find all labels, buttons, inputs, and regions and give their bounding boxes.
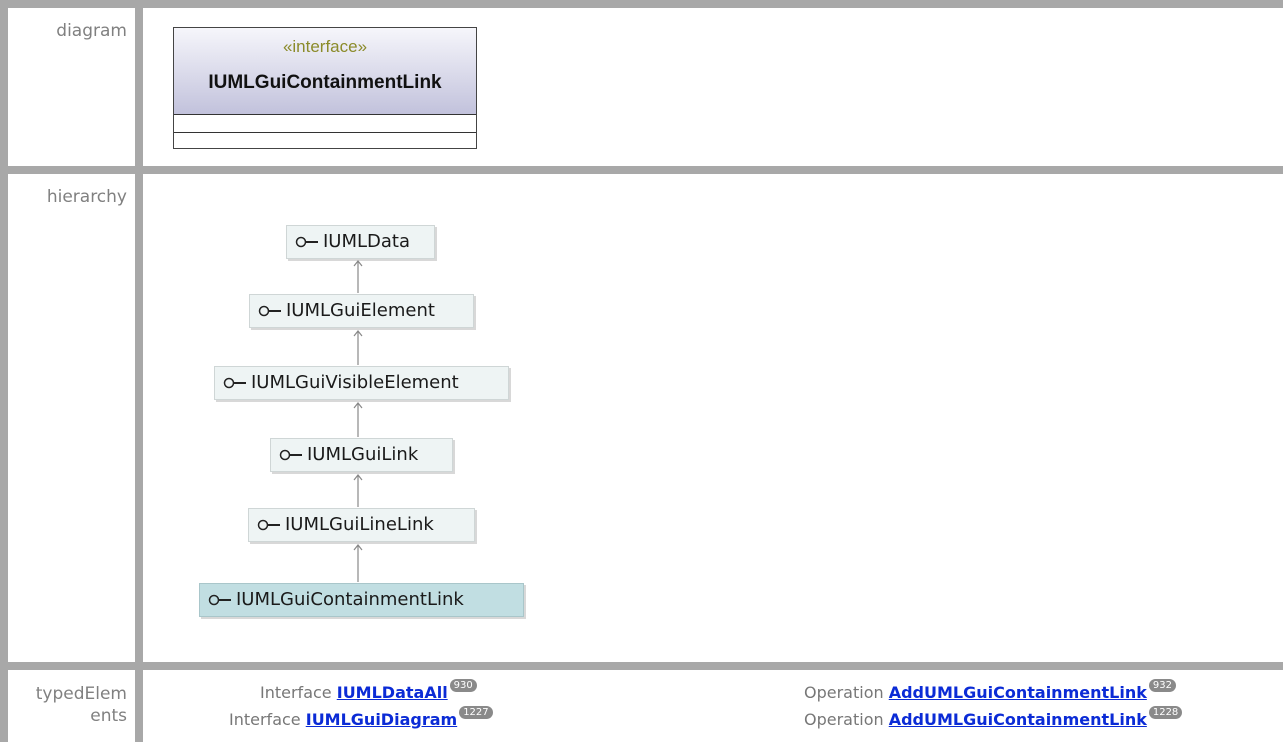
- diagram-label-cell: diagram: [8, 8, 135, 166]
- interface-lollipop-icon: [208, 594, 231, 606]
- generalization-arrow: [353, 330, 363, 365]
- typed-element-link[interactable]: AddUMLGuiContainmentLink: [889, 683, 1147, 702]
- row-label-hierarchy: hierarchy: [46, 187, 127, 207]
- typed-element-link[interactable]: IUMLGuiDiagram: [306, 710, 457, 729]
- hierarchy-node-label: IUMLGuiLineLink: [285, 514, 434, 535]
- typed-element-item: Interface IUMLDataAll 930: [260, 679, 477, 702]
- row-label-typed-line2: ents: [90, 706, 127, 726]
- generalization-arrow: [353, 544, 363, 582]
- generalization-arrow: [353, 402, 363, 437]
- interface-lollipop-icon: [223, 377, 246, 389]
- interface-lollipop-icon: [295, 236, 318, 248]
- hierarchy-node-iumlguicontainmentlink[interactable]: IUMLGuiContainmentLink: [199, 583, 524, 617]
- hierarchy-node-iumlguielement[interactable]: IUMLGuiElement: [249, 294, 474, 328]
- hierarchy-node-label: IUMLGuiVisibleElement: [251, 372, 459, 393]
- row-label-typed-elements: typedElem ents: [36, 683, 127, 727]
- typed-element-item: Operation AddUMLGuiContainmentLink 1228: [804, 706, 1183, 729]
- uml-interface-box[interactable]: «interface» IUMLGuiContainmentLink: [173, 27, 477, 149]
- hierarchy-node-label: IUMLGuiElement: [286, 300, 435, 321]
- interface-lollipop-icon: [257, 519, 280, 531]
- hierarchy-node-label: IUMLGuiLink: [307, 444, 419, 465]
- interface-lollipop-icon: [279, 449, 302, 461]
- page-number-badge: 932: [1148, 679, 1176, 692]
- uml-stereotype: «interface»: [282, 37, 368, 56]
- page-number-badge: 930: [449, 679, 477, 692]
- hierarchy-label-cell: hierarchy: [8, 174, 135, 662]
- typed-element-item: Interface IUMLGuiDiagram 1227: [229, 706, 493, 729]
- uml-compartment-divider: [174, 132, 476, 133]
- hierarchy-node-iumlguilinelink[interactable]: IUMLGuiLineLink: [248, 508, 475, 542]
- hierarchy-node-label: IUMLGuiContainmentLink: [236, 589, 464, 610]
- typed-element-link[interactable]: AddUMLGuiContainmentLink: [889, 710, 1147, 729]
- page-number-badge: 1228: [1148, 706, 1183, 719]
- typed-element-item: Operation AddUMLGuiContainmentLink 932: [804, 679, 1176, 702]
- generalization-arrow: [353, 260, 363, 293]
- typed-element-kind: Operation: [804, 710, 884, 729]
- page-number-badge: 1227: [459, 706, 493, 719]
- hierarchy-node-label: IUMLData: [323, 231, 411, 252]
- typed-elements-value-cell: [143, 670, 1283, 742]
- hierarchy-node-iumlguilink[interactable]: IUMLGuiLink: [270, 438, 453, 472]
- hierarchy-node-iumldata[interactable]: IUMLData: [286, 225, 435, 259]
- uml-header: «interface» IUMLGuiContainmentLink: [174, 28, 476, 115]
- typed-elements-label-cell: typedElem ents: [8, 670, 135, 742]
- hierarchy-node-iumlguivisibleelement[interactable]: IUMLGuiVisibleElement: [214, 366, 509, 400]
- typed-element-kind: Interface: [229, 710, 301, 729]
- row-label-diagram: diagram: [56, 21, 127, 41]
- row-label-typed-line1: typedElem: [35, 684, 127, 704]
- uml-interface-name: IUMLGuiContainmentLink: [208, 72, 442, 93]
- interface-lollipop-icon: [258, 305, 281, 317]
- typed-element-kind: Interface: [260, 683, 332, 702]
- typed-element-kind: Operation: [804, 683, 884, 702]
- typed-element-link[interactable]: IUMLDataAll: [337, 683, 448, 702]
- generalization-arrow: [353, 474, 363, 507]
